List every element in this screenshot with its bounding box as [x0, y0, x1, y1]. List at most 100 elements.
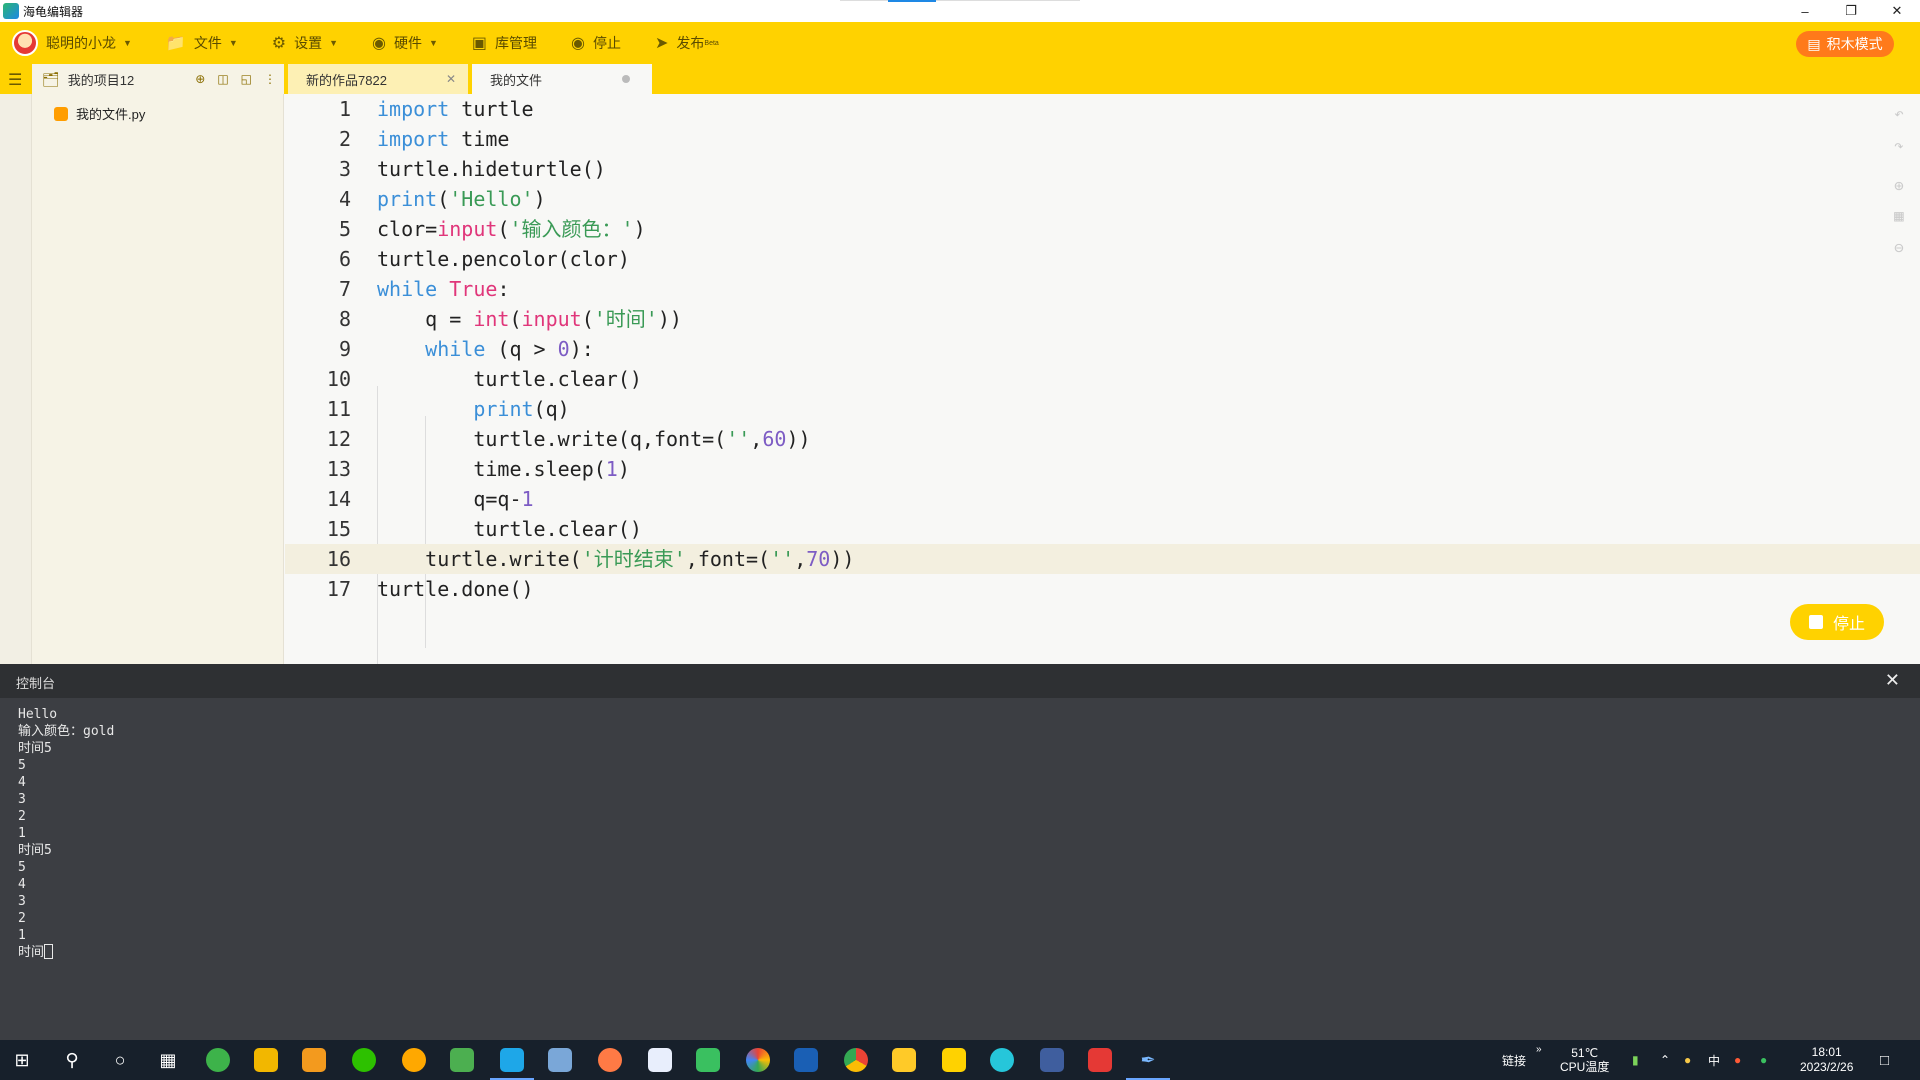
cortana-icon[interactable]: ○: [108, 1048, 132, 1072]
cpu-temp-value: 51℃: [1571, 1046, 1599, 1060]
file-menu[interactable]: 📁 文件 ▼: [166, 33, 238, 53]
console-line: 5: [18, 860, 26, 875]
console-line: 1: [18, 826, 26, 841]
music-icon[interactable]: [598, 1048, 622, 1072]
console-line: 2: [18, 911, 26, 926]
undo-icon[interactable]: ↶: [1890, 104, 1908, 123]
code-line: 5 clor=input('输入颜色：'): [285, 214, 1920, 244]
chevron-down-icon: ▼: [228, 38, 238, 48]
chevron-right-icon[interactable]: »: [1536, 1040, 1542, 1080]
code-line: 2 import time: [285, 124, 1920, 154]
android-icon[interactable]: [696, 1048, 720, 1072]
stop-run-label: 停止: [1832, 616, 1865, 633]
game-icon[interactable]: [1088, 1048, 1112, 1072]
chrome-icon[interactable]: [844, 1048, 868, 1072]
notification-icon[interactable]: □: [1880, 1040, 1889, 1080]
new-file-icon[interactable]: ⊕: [195, 72, 205, 86]
chevron-down-icon: ▼: [429, 38, 438, 48]
redo-icon[interactable]: ↷: [1890, 136, 1908, 155]
turtle-editor-taskbar-icon[interactable]: [500, 1048, 524, 1072]
close-button[interactable]: ✕: [1874, 0, 1920, 22]
wechat-tray-icon[interactable]: ●: [1760, 1040, 1767, 1080]
python-icon[interactable]: [548, 1048, 572, 1072]
line-number: 10: [326, 367, 351, 391]
library-button[interactable]: ▣ 库管理: [472, 33, 537, 53]
project-name[interactable]: 我的项目12: [68, 70, 134, 89]
file-tree-item[interactable]: 我的文件.py: [54, 104, 145, 123]
close-tab-icon[interactable]: ✕: [446, 72, 456, 86]
stop-toolbar-label: 停止: [593, 35, 622, 51]
clapper-icon[interactable]: [1040, 1048, 1064, 1072]
console-input-line[interactable]: 时间: [18, 944, 1902, 961]
close-icon: ✕: [1891, 3, 1903, 18]
line-number: 12: [326, 427, 351, 451]
color-picker-icon[interactable]: [746, 1048, 770, 1072]
left-strip: [0, 94, 32, 664]
console-line: 时间5: [18, 741, 52, 756]
task-view-icon[interactable]: ▦: [156, 1048, 180, 1072]
zoom-out-icon[interactable]: ⊖: [1890, 238, 1908, 257]
minimize-icon: –: [1801, 3, 1809, 19]
console-line: 4: [18, 877, 26, 892]
sougou-icon[interactable]: ●: [1734, 1040, 1741, 1080]
publish-button[interactable]: ➤ 发布 Beta: [655, 33, 719, 53]
gear-icon: ⚙: [271, 35, 287, 52]
code-line: 10 turtle.clear(): [285, 364, 1920, 394]
line-number: 9: [338, 337, 351, 361]
search-icon[interactable]: ⚲: [60, 1048, 84, 1072]
line-number: 13: [326, 457, 351, 481]
tab-new-work[interactable]: 新的作品7822 ✕: [288, 64, 468, 94]
wechat-icon[interactable]: [352, 1048, 376, 1072]
stop-run-button[interactable]: 停止: [1790, 604, 1884, 640]
windows-start-icon[interactable]: ⊞: [10, 1048, 34, 1072]
file-explorer-icon[interactable]: [254, 1048, 278, 1072]
file-name: 我的文件.py: [76, 107, 146, 122]
format-icon[interactable]: ▦: [1890, 206, 1908, 225]
top-indicator: [888, 0, 936, 2]
settings-menu[interactable]: ⚙ 设置 ▼: [272, 33, 338, 53]
tray-app-icon[interactable]: ●: [1684, 1040, 1691, 1080]
app-logo-icon: [3, 3, 19, 19]
vs-code-icon[interactable]: [794, 1048, 818, 1072]
close-console-icon[interactable]: ✕: [1885, 670, 1900, 691]
restore-button[interactable]: ❐: [1828, 0, 1874, 22]
zoom-in-icon[interactable]: ⊕: [1890, 176, 1908, 195]
blocks-mode-button[interactable]: ▤ 积木模式: [1796, 31, 1894, 57]
shield-icon[interactable]: [990, 1048, 1014, 1072]
weather-icon[interactable]: [402, 1048, 426, 1072]
paper-plane-icon: ➤: [655, 35, 669, 52]
user-menu[interactable]: 聪明的小龙 ▼: [0, 30, 132, 56]
stop-toolbar-button[interactable]: ◉ 停止: [571, 33, 621, 53]
import-icon[interactable]: ◱: [241, 72, 252, 86]
notes-icon[interactable]: [942, 1048, 966, 1072]
tab-my-file[interactable]: 我的文件: [472, 64, 652, 94]
console-output[interactable]: Hello 输入颜色：gold 时间5 5 4 3 2 1 时间5 5 4 3 …: [0, 698, 1920, 1040]
publish-beta-sup: Beta: [704, 39, 719, 47]
title-bar: 海龟编辑器 – ❐ ✕: [0, 0, 1920, 22]
stop-icon: ◉: [571, 35, 586, 52]
baidu-netdisk-icon[interactable]: [648, 1048, 672, 1072]
link-label[interactable]: 链接: [1502, 1040, 1526, 1080]
minimize-button[interactable]: –: [1782, 0, 1828, 22]
line-number: 6: [338, 247, 351, 271]
browser-360-icon[interactable]: [206, 1048, 230, 1072]
new-folder-icon[interactable]: ◫: [217, 72, 228, 86]
console-line: Hello: [18, 707, 58, 722]
hamburger-icon[interactable]: ☰: [8, 70, 22, 90]
media-player-icon[interactable]: [302, 1048, 326, 1072]
clock[interactable]: 18:01 2023/2/26: [1800, 1040, 1853, 1080]
app-grid-icon[interactable]: [450, 1048, 474, 1072]
library-icon: ▣: [471, 35, 488, 52]
maps-icon[interactable]: [892, 1048, 916, 1072]
tray-expand-icon[interactable]: ⌃: [1660, 1040, 1670, 1080]
code-editor[interactable]: 1 import turtle 2 import time 3 turtle.hide…: [285, 94, 1920, 678]
console-line: 4: [18, 775, 26, 790]
line-number: 7: [338, 277, 351, 301]
battery-icon[interactable]: ▮: [1632, 1040, 1639, 1080]
pen-icon[interactable]: ✒: [1136, 1048, 1160, 1072]
more-icon[interactable]: ⋮: [264, 72, 276, 86]
code-line: 8 q = int(input('时间')): [285, 304, 1920, 334]
unsaved-dot-icon: [622, 75, 630, 83]
ime-indicator[interactable]: 中: [1708, 1040, 1720, 1080]
hardware-menu[interactable]: ◉ 硬件 ▼: [372, 33, 438, 53]
